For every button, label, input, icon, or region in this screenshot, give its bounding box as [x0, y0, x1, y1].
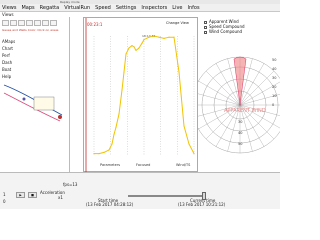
left-panel: Issues and Wells Color: Click on areas A…: [0, 17, 70, 172]
data-point: [163, 37, 165, 39]
start-time-value: (13 Feb 2017 04:28:12): [86, 202, 134, 207]
data-point: [135, 49, 137, 51]
data-point: [133, 46, 135, 48]
polar-tick-label: 10: [272, 94, 276, 98]
current-time-value: (13 Feb 2017 10:21:12): [178, 202, 226, 207]
data-point: [183, 125, 185, 127]
play-button[interactable]: ▶: [16, 192, 25, 198]
chart-bottom-label-right: Wind/TS: [176, 163, 191, 167]
fps-label: fps=13: [63, 182, 78, 187]
polar-spoke: [198, 80, 241, 106]
polar-tick-label: 30: [272, 76, 276, 80]
data-point: [118, 113, 120, 115]
menu-item-views[interactable]: Views: [2, 5, 16, 11]
polar-spoke: [205, 70, 241, 106]
data-point: [148, 36, 150, 38]
chart-bottom-label-left: Parameters: [100, 163, 120, 167]
polar-tick-label: 40: [238, 131, 242, 135]
track-sketch: [3, 84, 63, 122]
data-point: [141, 42, 143, 44]
menu-bar: Views Maps Regatta VirtualRun Speed Settings I…: [0, 4, 280, 12]
data-point: [111, 143, 113, 145]
polar-tick-label: 0: [272, 103, 274, 107]
polar-spoke: [239, 70, 275, 106]
data-point: [193, 153, 195, 155]
menu-item-infos[interactable]: Infos: [188, 5, 200, 11]
step-number-1: 1: [3, 192, 6, 197]
data-point: [108, 149, 110, 151]
data-point: [115, 126, 117, 128]
data-point: [98, 153, 100, 155]
data-point: [121, 89, 123, 91]
menu-item-virtualrun[interactable]: VirtualRun: [64, 5, 90, 11]
data-point: [103, 151, 105, 153]
data-point: [173, 36, 175, 38]
chart-bottom-label-middle: Focused: [136, 163, 150, 167]
menu-item-speed[interactable]: Speed: [95, 5, 111, 11]
polar-chart: APPARENT WIND 50 40 30 20 10 0 30 40 50: [198, 56, 280, 154]
menu-item-inspectors[interactable]: Inspectors: [141, 5, 167, 11]
data-point: [125, 53, 127, 55]
data-point: [188, 143, 190, 145]
data-point: [143, 39, 145, 41]
data-point: [158, 36, 160, 38]
polar-tick-label: 20: [272, 85, 276, 89]
polar-tick-label: 40: [272, 67, 276, 71]
data-point: [178, 71, 180, 73]
data-point: [113, 133, 115, 135]
step-number-0: 0: [3, 199, 6, 204]
time-slider-track[interactable]: [128, 195, 204, 197]
data-point: [123, 71, 125, 73]
apparent-wind-label: APPARENT WIND: [224, 108, 266, 114]
data-point: [168, 36, 170, 38]
time-slider-thumb[interactable]: [202, 192, 206, 200]
polar-tick-label: 30: [238, 120, 242, 124]
acceleration-value[interactable]: x1: [58, 195, 63, 200]
polar-tick-label: 50: [272, 58, 276, 62]
polar-panel: Apparent Wind Speed Compound Wind Compou…: [198, 17, 280, 172]
chart-panel: 00:23:1 18:10.52 Change View Parameters F…: [83, 17, 198, 173]
data-point: [93, 153, 95, 155]
menu-item-settings[interactable]: Settings: [116, 5, 137, 11]
data-point: [138, 47, 140, 49]
data-point: [131, 45, 133, 47]
data-point: [128, 47, 130, 49]
menu-item-maps[interactable]: Maps: [21, 5, 34, 11]
polar-tick-label: 50: [238, 142, 242, 146]
menu-item-regatta[interactable]: Regatta: [40, 5, 60, 11]
data-point: [153, 35, 155, 37]
chart-svg: Parameters Focused Wind/TS: [85, 18, 195, 173]
menu-item-live[interactable]: Live: [172, 5, 182, 11]
stop-button[interactable]: ■: [28, 192, 37, 198]
